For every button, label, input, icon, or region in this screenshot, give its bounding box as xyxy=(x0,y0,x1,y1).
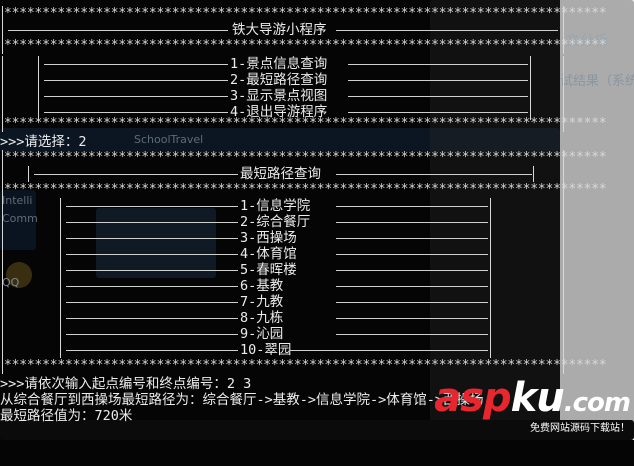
watermark-logo: aspku.com xyxy=(434,375,631,423)
star-rule: ****************************************… xyxy=(4,38,607,53)
star-rule: ****************************************… xyxy=(4,358,607,373)
console-window[interactable]: ****************************************… xyxy=(0,0,607,440)
result-value-text: 最短路径值为：720米 xyxy=(0,408,133,424)
menu-border-bottom: ****************************************… xyxy=(0,114,607,134)
watermark: aspku.com 免费网站源码下载站！ xyxy=(434,375,631,434)
section-border-bottom: ****************************************… xyxy=(0,356,607,376)
background-text-result: 试结果（系统 xyxy=(560,74,634,89)
header-border-bottom: ****************************************… xyxy=(0,36,607,56)
star-rule: ****************************************… xyxy=(4,116,607,131)
watermark-brand: aspku.com xyxy=(434,375,631,421)
result-value-line: 最短路径值为：720米 xyxy=(0,406,132,426)
